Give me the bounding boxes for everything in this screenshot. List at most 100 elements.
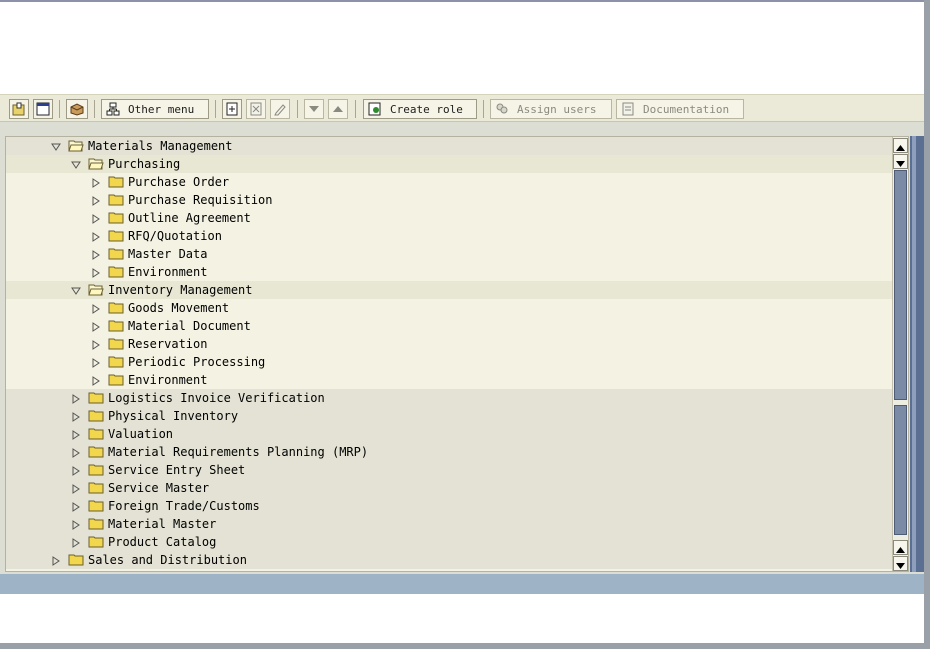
move-down-button[interactable] bbox=[304, 99, 324, 119]
collapsed-triangle-icon[interactable] bbox=[90, 230, 102, 242]
scroll-track-lower[interactable] bbox=[894, 405, 907, 535]
collapsed-triangle-icon[interactable] bbox=[70, 482, 82, 494]
tree-node-label: RFQ/Quotation bbox=[128, 229, 222, 243]
tree-node-service-master[interactable]: Service Master bbox=[6, 479, 892, 497]
expanded-triangle-icon[interactable] bbox=[70, 158, 82, 170]
tree-node-master-data[interactable]: Master Data bbox=[6, 245, 892, 263]
documentation-button[interactable]: Documentation bbox=[616, 99, 744, 119]
collapsed-triangle-icon[interactable] bbox=[70, 428, 82, 440]
tree-node-mrp[interactable]: Material Requirements Planning (MRP) bbox=[6, 443, 892, 461]
collapsed-triangle-icon[interactable] bbox=[70, 500, 82, 512]
other-menu-button[interactable]: Other menu bbox=[101, 99, 209, 119]
tree-node-purchasing[interactable]: Purchasing bbox=[6, 155, 892, 173]
tree-node-service-entry-sheet[interactable]: Service Entry Sheet bbox=[6, 461, 892, 479]
tree-node-materials-management[interactable]: Materials Management bbox=[6, 137, 892, 155]
expanded-triangle-icon[interactable] bbox=[70, 284, 82, 296]
tree-node-reservation[interactable]: Reservation bbox=[6, 335, 892, 353]
tree-node-label: Master Data bbox=[128, 247, 208, 261]
window-right-border bbox=[924, 0, 930, 649]
scroll-thumb[interactable] bbox=[894, 170, 907, 400]
window-bottom-border bbox=[0, 643, 930, 649]
collapsed-triangle-icon[interactable] bbox=[70, 518, 82, 530]
triangle-down-icon bbox=[308, 104, 320, 114]
expanded-triangle-icon[interactable] bbox=[50, 140, 62, 152]
folder-icon bbox=[108, 247, 124, 260]
add-document-icon bbox=[225, 102, 239, 116]
tree-node-label: Materials Management bbox=[88, 139, 233, 153]
tree-node-label: Purchase Requisition bbox=[128, 193, 273, 207]
tree-node-logistics-invoice-verification[interactable]: Logistics Invoice Verification bbox=[6, 389, 892, 407]
tree-node-foreign-trade-customs[interactable]: Foreign Trade/Customs bbox=[6, 497, 892, 515]
assign-users-button[interactable]: Assign users bbox=[490, 99, 612, 119]
folder-icon bbox=[108, 319, 124, 332]
menu-tree: Materials Management Purchasing Purchase… bbox=[5, 136, 909, 572]
open-folder-icon bbox=[88, 157, 104, 170]
documentation-icon bbox=[621, 102, 635, 116]
folder-icon bbox=[108, 337, 124, 350]
collapsed-triangle-icon[interactable] bbox=[70, 446, 82, 458]
collapsed-triangle-icon[interactable] bbox=[70, 464, 82, 476]
pencil-icon bbox=[273, 102, 287, 116]
tree-node-physical-inventory[interactable]: Physical Inventory bbox=[6, 407, 892, 425]
tree-node-purchase-order[interactable]: Purchase Order bbox=[6, 173, 892, 191]
triangle-up-icon bbox=[332, 104, 344, 114]
tree-node-label: Service Master bbox=[108, 481, 210, 495]
add-favorite-button[interactable] bbox=[222, 99, 242, 119]
tree-node-periodic-processing[interactable]: Periodic Processing bbox=[6, 353, 892, 371]
folder-icon bbox=[88, 517, 104, 530]
documentation-label: Documentation bbox=[643, 102, 730, 116]
tree-node-environment-purchasing[interactable]: Environment bbox=[6, 263, 892, 281]
collapsed-triangle-icon[interactable] bbox=[70, 392, 82, 404]
collapsed-triangle-icon[interactable] bbox=[90, 302, 102, 314]
tree-node-sales-and-distribution[interactable]: Sales and Distribution bbox=[6, 551, 892, 569]
collapsed-triangle-icon[interactable] bbox=[50, 554, 62, 566]
tree-node-product-catalog[interactable]: Product Catalog bbox=[6, 533, 892, 551]
collapsed-triangle-icon[interactable] bbox=[90, 266, 102, 278]
folder-icon bbox=[88, 499, 104, 512]
scroll-page-down-button[interactable] bbox=[893, 154, 908, 169]
collapsed-triangle-icon[interactable] bbox=[90, 212, 102, 224]
folder-icon bbox=[108, 265, 124, 278]
scroll-down-button[interactable] bbox=[893, 556, 908, 571]
tree-node-rfq-quotation[interactable]: RFQ/Quotation bbox=[6, 227, 892, 245]
folder-icon bbox=[88, 427, 104, 440]
tree-node-inventory-management[interactable]: Inventory Management bbox=[6, 281, 892, 299]
collapsed-triangle-icon[interactable] bbox=[90, 248, 102, 260]
tree-node-purchase-requisition[interactable]: Purchase Requisition bbox=[6, 191, 892, 209]
assign-users-label: Assign users bbox=[517, 102, 597, 116]
create-role-button[interactable]: Create role bbox=[363, 99, 477, 119]
tree-node-environment-inventory[interactable]: Environment bbox=[6, 371, 892, 389]
tree-node-label: Material Master bbox=[108, 517, 217, 531]
collapsed-triangle-icon[interactable] bbox=[90, 356, 102, 368]
tree-node-goods-movement[interactable]: Goods Movement bbox=[6, 299, 892, 317]
create-role-icon bbox=[368, 102, 382, 116]
collapsed-triangle-icon[interactable] bbox=[90, 338, 102, 350]
tree-node-label: Periodic Processing bbox=[128, 355, 266, 369]
folder-icon bbox=[68, 553, 84, 566]
tree-node-material-document[interactable]: Material Document bbox=[6, 317, 892, 335]
sap-menu-button[interactable] bbox=[66, 99, 88, 119]
scroll-page-up-button[interactable] bbox=[893, 540, 908, 555]
favorites-add-button[interactable] bbox=[9, 99, 29, 119]
change-favorite-button[interactable] bbox=[270, 99, 290, 119]
folder-icon bbox=[108, 193, 124, 206]
tree-node-outline-agreement[interactable]: Outline Agreement bbox=[6, 209, 892, 227]
delete-favorite-button[interactable] bbox=[246, 99, 266, 119]
assign-users-icon bbox=[495, 102, 509, 116]
move-up-button[interactable] bbox=[328, 99, 348, 119]
collapsed-triangle-icon[interactable] bbox=[70, 536, 82, 548]
collapsed-triangle-icon[interactable] bbox=[90, 194, 102, 206]
vertical-scrollbar[interactable] bbox=[892, 137, 908, 571]
collapsed-triangle-icon[interactable] bbox=[70, 410, 82, 422]
arrow-down-icon bbox=[896, 152, 905, 171]
collapsed-triangle-icon[interactable] bbox=[90, 176, 102, 188]
tree-node-valuation[interactable]: Valuation bbox=[6, 425, 892, 443]
collapsed-triangle-icon[interactable] bbox=[90, 374, 102, 386]
tree-node-label: Material Document bbox=[128, 319, 251, 333]
tree-node-material-master[interactable]: Material Master bbox=[6, 515, 892, 533]
scroll-up-button[interactable] bbox=[893, 138, 908, 153]
folder-icon bbox=[88, 409, 104, 422]
collapsed-triangle-icon[interactable] bbox=[90, 320, 102, 332]
favorites-window-button[interactable] bbox=[33, 99, 53, 119]
folder-icon bbox=[108, 301, 124, 314]
